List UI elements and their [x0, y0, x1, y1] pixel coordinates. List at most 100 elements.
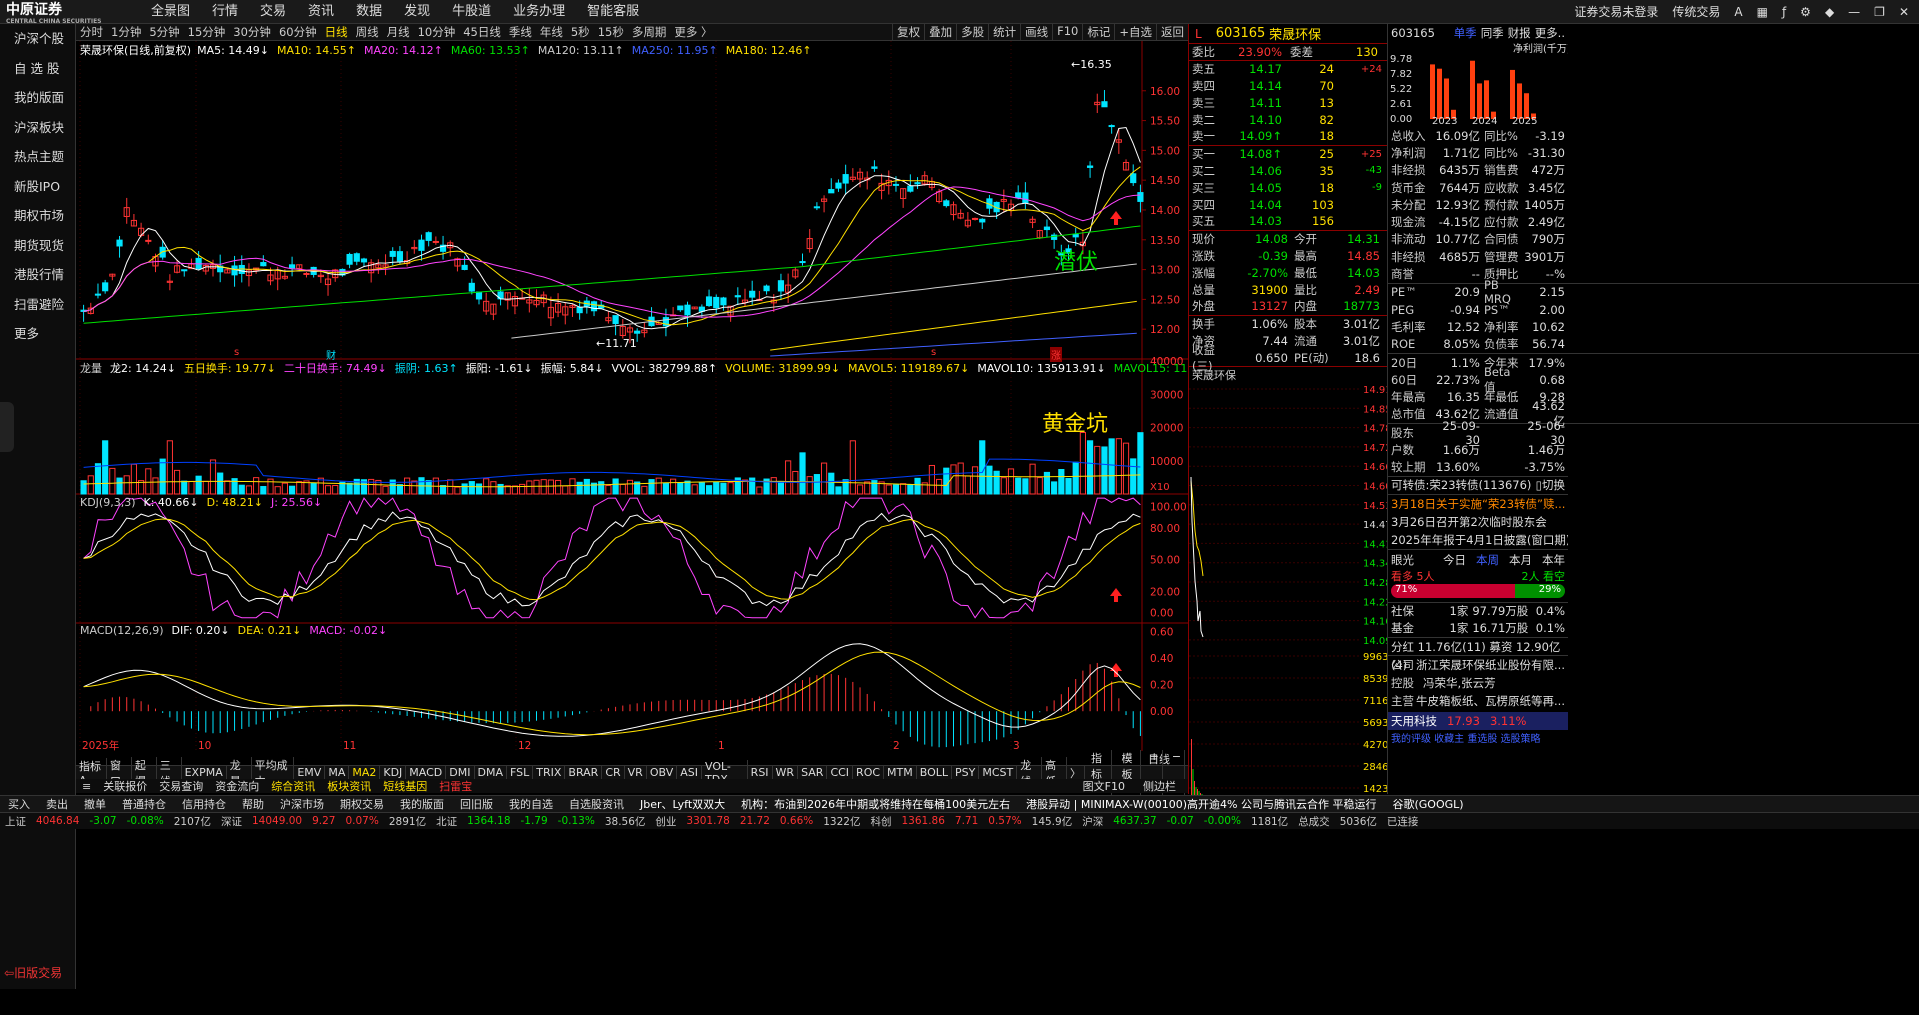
news-item-0[interactable]: 3月18日关于实施“荣23转债”赎...	[1388, 495, 1568, 513]
indicator-tab-17[interactable]: CR	[602, 766, 625, 779]
fin-tab-1[interactable]: 同季	[1481, 25, 1504, 41]
indicator-tab-23[interactable]: WR	[773, 766, 799, 779]
sidebar-item-1[interactable]: 自 选 股	[0, 54, 75, 84]
chart-canvas[interactable]: 12.00 12.50 13.00 13.50 14.00 14.50 15.00 15.50…	[76, 41, 1188, 752]
toolbar-item-2[interactable]: 撤单	[76, 796, 114, 812]
info-tab-1[interactable]: 交易查询	[153, 778, 209, 794]
info-tab-3[interactable]: 综合资讯	[265, 778, 321, 794]
indicator-tab-26[interactable]: ROC	[853, 766, 885, 779]
menu-item-3[interactable]: 资讯	[297, 0, 345, 24]
toolbar-item-1[interactable]: 卖出	[38, 796, 76, 812]
sidebar-item-5[interactable]: 新股IPO	[0, 172, 75, 202]
bond-info[interactable]: 可转债:荣23转债(113676)	[1391, 477, 1531, 493]
toolbar-item-12[interactable]: Jber、Lyft双双大	[632, 796, 733, 812]
sidebar-item-3[interactable]: 沪深板块	[0, 113, 75, 143]
restore-icon[interactable]: ❐	[1874, 5, 1885, 19]
order-row[interactable]: 买三 14.05 18 -9	[1189, 179, 1387, 196]
toolbar-item-13[interactable]: 机构：布油到2026年中期或将维持在每桶100美元左右	[733, 796, 1018, 812]
period-tab-4[interactable]: 30分钟	[229, 24, 275, 40]
period-tab-10[interactable]: 45日线	[459, 24, 505, 40]
fx-icon[interactable]: ƒ	[1782, 5, 1786, 19]
old-trade-link[interactable]: ⇦旧版交易	[4, 964, 62, 981]
period-tab-15[interactable]: 多周期	[628, 24, 671, 40]
order-row[interactable]: 买二 14.06 35 -43	[1189, 163, 1387, 180]
period-tab-2[interactable]: 5分钟	[145, 24, 183, 40]
indicator-tab-24[interactable]: SAR	[798, 766, 828, 779]
bond-switch[interactable]: ▯切换	[1536, 477, 1565, 493]
menu-item-1[interactable]: 行情	[201, 0, 249, 24]
rating-links[interactable]: 我的评级 收藏主 重选股 选股策略	[1388, 730, 1568, 745]
menu-item-2[interactable]: 交易	[249, 0, 297, 24]
chart-tool-8[interactable]: 返回	[1156, 24, 1188, 40]
eye-tab-1[interactable]: 本周	[1476, 552, 1499, 568]
order-row[interactable]: 卖二 14.10 82	[1189, 111, 1387, 128]
period-tab-13[interactable]: 5秒	[567, 24, 594, 40]
indicator-tab-13[interactable]: DMA	[475, 766, 507, 779]
indicator-tab-25[interactable]: CCI	[827, 766, 854, 779]
news-item-2[interactable]: 2025年年报于4月1日披露(窗口期)	[1388, 531, 1568, 549]
info-tab-0[interactable]: 关联报价	[97, 778, 153, 794]
menu-item-0[interactable]: 全景图	[140, 0, 201, 24]
indicator-tab-27[interactable]: MTM	[884, 766, 917, 779]
toolbar-item-15[interactable]: 谷歌(GOOGL)	[1384, 796, 1471, 812]
ticker-strip[interactable]: 天用科技 17.93 3.11%	[1388, 711, 1568, 730]
info-right-0[interactable]: 图文F10	[1077, 778, 1131, 794]
order-row[interactable]: 卖四 14.14 70	[1189, 78, 1387, 95]
info-tab-6[interactable]: 扫雷宝	[433, 778, 478, 794]
sidebar-item-9[interactable]: 扫雷避险	[0, 290, 75, 320]
fin-tab-3[interactable]: 更多..	[1535, 25, 1565, 41]
period-tab-6[interactable]: 日线	[321, 24, 352, 40]
period-tab-16[interactable]: 更多 〉	[670, 24, 716, 40]
sidebar-item-0[interactable]: 沪深个股	[0, 24, 75, 54]
chart-tool-6[interactable]: 标记	[1082, 24, 1114, 40]
info-tab-5[interactable]: 短线基因	[377, 778, 433, 794]
classic-trade-link[interactable]: 传统交易	[1672, 3, 1720, 20]
indicator-tab-15[interactable]: TRIX	[533, 766, 566, 779]
order-row[interactable]: 卖一 14.09↑ 18	[1189, 128, 1387, 145]
indicator-tab-14[interactable]: FSL	[507, 766, 534, 779]
indicator-tab-29[interactable]: PSY	[952, 766, 980, 779]
period-tab-8[interactable]: 月线	[383, 24, 414, 40]
info-right-1[interactable]: 侧边栏	[1137, 778, 1182, 794]
chart-tool-1[interactable]: 叠加	[924, 24, 956, 40]
order-row[interactable]: 卖五 14.17 24 +24	[1189, 61, 1387, 78]
toolbar-item-5[interactable]: 帮助	[234, 796, 272, 812]
period-tab-3[interactable]: 15分钟	[184, 24, 230, 40]
sidebar-item-6[interactable]: 期权市场	[0, 201, 75, 231]
toolbar-item-10[interactable]: 我的自选	[501, 796, 561, 812]
period-tab-12[interactable]: 年线	[536, 24, 567, 40]
period-tab-11[interactable]: 季线	[505, 24, 536, 40]
menu-item-7[interactable]: 业务办理	[502, 0, 576, 24]
period-tab-7[interactable]: 周线	[352, 24, 383, 40]
chart-tool-2[interactable]: 多股	[956, 24, 988, 40]
indicator-tab-16[interactable]: BRAR	[565, 766, 603, 779]
fin-tab-0[interactable]: 单季	[1454, 25, 1477, 41]
grid-icon[interactable]: ▦	[1757, 5, 1768, 19]
toolbar-item-8[interactable]: 我的版面	[392, 796, 452, 812]
toolbar-item-14[interactable]: 港股异动 | MINIMAX-W(00100)高开逾4% 公司与腾讯云合作 平稳…	[1018, 796, 1384, 812]
toolbar-item-0[interactable]: 买入	[0, 796, 38, 812]
indicator-tab-30[interactable]: MCST	[979, 766, 1018, 779]
close-icon[interactable]: ✕	[1899, 5, 1909, 19]
eye-tab-2[interactable]: 本月	[1509, 552, 1532, 568]
sidebar-item-4[interactable]: 热点主题	[0, 142, 75, 172]
toolbar-item-11[interactable]: 自选股资讯	[561, 796, 632, 812]
indicator-tab-18[interactable]: VR	[625, 766, 647, 779]
toolbar-item-3[interactable]: 普通持仓	[114, 796, 174, 812]
sidebar-item-10[interactable]: 更多	[0, 319, 75, 349]
indicator-tab-19[interactable]: OBV	[647, 766, 678, 779]
sidebar-item-7[interactable]: 期货现货	[0, 231, 75, 261]
minimize-icon[interactable]: —	[1848, 5, 1860, 19]
order-row[interactable]: 卖三 14.11 13	[1189, 94, 1387, 111]
order-row[interactable]: 买一 14.08↑ 25 +25	[1189, 146, 1387, 163]
info-tab-4[interactable]: 板块资讯	[321, 778, 377, 794]
indicator-tab-28[interactable]: BOLL	[917, 766, 953, 779]
mini-tick-chart[interactable]: 14.91 14.85 14.78 14.72 14.66 14.60 14.53 14.47…	[1189, 381, 1392, 800]
indicator-tab-20[interactable]: ASI	[677, 766, 702, 779]
toolbar-item-4[interactable]: 信用持仓	[174, 796, 234, 812]
trade-login-link[interactable]: 证券交易未登录	[1574, 3, 1658, 20]
font-size-icon[interactable]: A	[1734, 5, 1742, 19]
list-icon[interactable]: ≡	[76, 780, 97, 793]
chart-tool-7[interactable]: +自选	[1114, 24, 1156, 40]
news-item-1[interactable]: 3月26日召开第2次临时股东会	[1388, 513, 1568, 531]
